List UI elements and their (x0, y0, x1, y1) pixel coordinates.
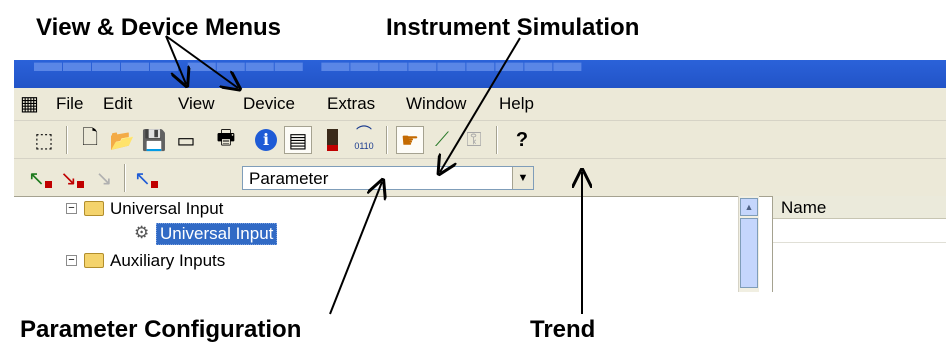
arrow-to-instrument-simulation (440, 37, 521, 172)
callout-arrows (165, 35, 946, 315)
arrow-to-parameter-configuration (329, 182, 382, 315)
